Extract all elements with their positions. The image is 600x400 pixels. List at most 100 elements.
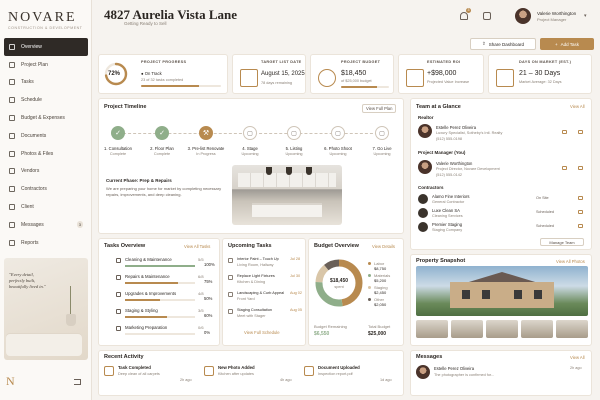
photo-thumbnail[interactable] xyxy=(451,320,483,338)
user-avatar[interactable] xyxy=(515,8,531,24)
upcoming-task-row[interactable]: Replace Light Fixtures Kitchen & Dining Ju… xyxy=(228,273,304,290)
sidebar-item-messages[interactable]: Messages 3 xyxy=(4,216,88,234)
photo-thumbnail[interactable] xyxy=(521,320,553,338)
clock-icon xyxy=(9,97,15,104)
sidebar-item-label: Contractors xyxy=(21,186,47,193)
progress-percent: 72% xyxy=(108,71,121,77)
task-category-row[interactable]: Marketing Preparation 0/6 0% xyxy=(116,324,214,339)
sidebar-item-photos-files[interactable]: Photos & Files xyxy=(4,145,88,163)
sidebar-item-project-plan[interactable]: Project Plan xyxy=(4,56,88,74)
sidebar-item-reports[interactable]: Reports xyxy=(4,234,88,252)
message-sender[interactable]: Estelle Perez Oliveira xyxy=(434,366,474,371)
message-preview[interactable]: The photographer is confirmed for... xyxy=(434,373,494,377)
view-full-plan-link[interactable]: View Full Plan xyxy=(362,104,397,113)
view-full-schedule-link[interactable]: View Full Schedule xyxy=(244,330,280,335)
photo-thumbnail[interactable] xyxy=(416,320,448,338)
chevron-down-icon[interactable]: ▾ xyxy=(584,13,587,19)
team-view-all-link[interactable]: View All xyxy=(570,104,585,109)
task-category-row[interactable]: Cleaning & Maintenance 5/5 100% xyxy=(116,256,215,271)
upcoming-task-row[interactable]: Landscaping & Curb Appeal Front Yard Aug 0… xyxy=(228,290,304,307)
task-category-name: Cleaning & Maintenance xyxy=(125,257,172,262)
sidebar-item-label: Photos & Files xyxy=(21,150,54,157)
upcoming-task-row[interactable]: Staging Consultation Meet with Stager Aug … xyxy=(228,307,304,324)
task-category-row[interactable]: Upgrades & Improvements 4/8 50% xyxy=(116,290,214,305)
activity-title[interactable]: Task Completed xyxy=(118,365,151,370)
sidebar-item-client[interactable]: Client xyxy=(4,198,88,216)
timeline-step-6-icon[interactable]: ▢ xyxy=(331,126,345,140)
upcoming-task-name: Staging Consultation xyxy=(237,308,273,312)
task-category-percent: 60% xyxy=(204,313,213,318)
bell-icon[interactable] xyxy=(460,12,468,20)
sidebar-item-overview[interactable]: Overview xyxy=(4,38,88,56)
legend-value: $2,050 xyxy=(374,302,387,307)
view-all-photos-link[interactable]: View All Photos xyxy=(556,259,585,264)
realtor-phone: (512) 555-0198 xyxy=(436,137,462,141)
add-task-button[interactable]: + Add Task xyxy=(540,38,594,50)
house-photo[interactable] xyxy=(416,266,588,316)
sidebar-item-budget-expenses[interactable]: Budget & Expenses xyxy=(4,109,88,127)
contractor-name[interactable]: Premier Staging xyxy=(432,222,462,227)
sidebar-item-contractors[interactable]: Contractors xyxy=(4,180,88,198)
sidebar-item-documents[interactable]: Documents xyxy=(4,127,88,145)
phone-icon[interactable] xyxy=(562,166,567,170)
task-category-icon xyxy=(116,275,121,280)
message-icon[interactable] xyxy=(578,224,583,228)
checkbox-icon[interactable] xyxy=(228,292,233,297)
sidebar-item-label: Messages xyxy=(21,221,44,228)
share-dashboard-button[interactable]: ⇪ Share Dashboard xyxy=(470,38,536,50)
timeline-step-5-icon[interactable]: ▢ xyxy=(287,126,301,140)
sidebar-item-vendors[interactable]: Vendors xyxy=(4,163,88,181)
timeline-step-7-icon[interactable]: ▢ xyxy=(375,126,389,140)
manage-team-button[interactable]: Manage Team xyxy=(540,238,584,246)
checkbox-icon[interactable] xyxy=(228,258,233,263)
page-subtitle: Getting Ready to Sell xyxy=(124,21,167,26)
upcoming-title: Upcoming Tasks xyxy=(228,243,272,249)
phone-icon[interactable] xyxy=(562,130,567,134)
logout-icon[interactable] xyxy=(74,379,81,385)
view-all-tasks-link[interactable]: View All Tasks xyxy=(184,244,210,249)
activity-description: Deep clean of all carpets xyxy=(118,372,160,376)
task-category-row[interactable]: Repairs & Maintenance 6/8 75% xyxy=(116,273,214,288)
contractor-name[interactable]: Luxe Clean SA xyxy=(432,208,460,213)
user-name: Valerie Worthington xyxy=(537,11,577,16)
contractor-name[interactable]: Alamo Fine Interiors xyxy=(432,194,469,199)
progress-status: ● On Track xyxy=(141,71,162,76)
legend-value: $2,450 xyxy=(374,290,387,295)
checkbox-icon[interactable] xyxy=(228,309,233,314)
message-icon[interactable] xyxy=(578,166,583,170)
kitchen-photo[interactable] xyxy=(232,165,342,225)
sofa-illustration xyxy=(6,334,82,356)
upcoming-task-row[interactable]: Interior Paint – Touch Up Living Room, Ha… xyxy=(228,256,304,273)
messages-view-all-link[interactable]: View All xyxy=(570,355,585,360)
checkbox-icon[interactable] xyxy=(228,275,233,280)
activity-description: Inspection report.pdf xyxy=(318,372,353,376)
notification-count: 3 xyxy=(466,8,471,13)
message-icon[interactable] xyxy=(578,196,583,200)
budget-total-label: Total Budget xyxy=(368,324,391,329)
upcoming-task-date: Jul 28 xyxy=(290,257,301,261)
sidebar-item-schedule[interactable]: Schedule xyxy=(4,91,88,109)
activity-time: 2h ago xyxy=(180,378,192,382)
activity-title[interactable]: New Photo Added xyxy=(218,365,255,370)
timeline-step-4-icon[interactable]: ▢ xyxy=(243,126,257,140)
message-icon[interactable] xyxy=(578,210,583,214)
pm-role: Project Director, Novare Development xyxy=(436,167,500,171)
activity-icon xyxy=(104,366,114,376)
brand-logo[interactable]: NOVARE xyxy=(8,10,77,26)
chat-icon[interactable] xyxy=(483,12,491,20)
task-category-name: Marketing Preparation xyxy=(125,325,168,330)
timeline-step-3-icon[interactable]: ⚒ xyxy=(199,126,213,140)
message-icon[interactable] xyxy=(578,130,583,134)
photo-thumbnail[interactable] xyxy=(556,320,588,338)
photo-thumbnail[interactable] xyxy=(486,320,518,338)
task-category-row[interactable]: Staging & Styling 3/5 60% xyxy=(116,307,214,322)
activity-title[interactable]: Document Uploaded xyxy=(318,365,360,370)
budget-details-link[interactable]: View Details xyxy=(372,244,395,249)
sidebar-item-tasks[interactable]: Tasks xyxy=(4,74,88,92)
dom-card: DAYS ON MARKET (EST.) 21 – 30 Days Marke… xyxy=(488,54,592,94)
timeline-step-1-icon[interactable]: ✓ xyxy=(111,126,125,140)
sidebar-item-label: Schedule xyxy=(21,97,42,104)
roi-label: ESTIMATED ROI xyxy=(427,60,461,64)
timeline-step-2-icon[interactable]: ✓ xyxy=(155,126,169,140)
task-category-name: Upgrades & Improvements xyxy=(125,291,177,296)
